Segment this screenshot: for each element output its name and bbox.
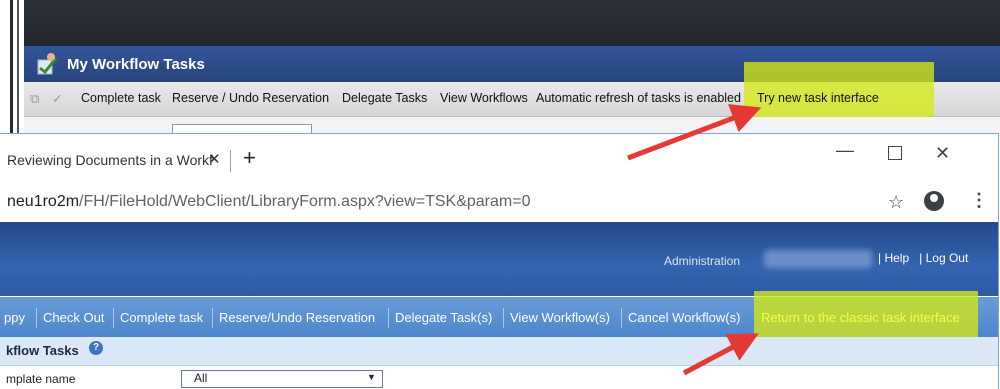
browser-menu-icon[interactable]: ⋮ — [970, 190, 988, 211]
cmd-check-out[interactable]: Check Out — [43, 310, 104, 325]
account-icon-head — [930, 194, 938, 202]
help-link[interactable]: | Help — [878, 251, 909, 265]
help-icon[interactable]: ? — [89, 341, 103, 355]
cmd-complete-task[interactable]: Complete task — [120, 310, 203, 325]
classic-top-bar — [24, 0, 1000, 46]
redacted-username — [764, 250, 872, 268]
window-frame-edge — [17, 0, 19, 135]
classic-page-title: My Workflow Tasks — [67, 56, 205, 73]
maximize-icon[interactable] — [888, 146, 902, 160]
cmd-reserve-undo[interactable]: Reserve/Undo Reservation — [219, 310, 375, 325]
classic-complete-task[interactable]: Complete task — [81, 91, 161, 105]
bookmark-star-icon[interactable]: ☆ — [888, 192, 904, 213]
minimize-icon[interactable]: — — [836, 140, 854, 161]
cmd-separator — [36, 308, 37, 328]
url-host: neu1ro2m — [7, 193, 80, 210]
administration-link[interactable]: Administration — [664, 254, 740, 268]
tab-separator — [230, 150, 231, 172]
copy-icon[interactable]: ⧉ — [30, 91, 39, 107]
template-name-label: mplate name — [6, 372, 76, 386]
url-text[interactable]: neu1ro2m/FH/FileHold/WebClient/LibraryFo… — [7, 193, 530, 211]
try-new-task-interface-link[interactable]: Try new task interface — [757, 91, 879, 105]
classic-view-workflows[interactable]: View Workflows — [440, 91, 528, 105]
cmd-separator — [212, 308, 213, 328]
header-links: | Help | Log Out — [878, 251, 968, 265]
cmd-separator — [503, 308, 504, 328]
cmd-separator — [388, 308, 389, 328]
workflow-tasks-icon — [36, 52, 58, 76]
logout-link[interactable]: | Log Out — [919, 251, 968, 265]
section-subheader — [0, 337, 998, 366]
template-select[interactable] — [181, 370, 383, 388]
window-close-icon[interactable]: ✕ — [935, 143, 950, 164]
cmd-separator — [621, 308, 622, 328]
url-path: /FH/FileHold/WebClient/LibraryForm.aspx?… — [79, 193, 531, 210]
new-tab-icon[interactable]: + — [243, 145, 256, 171]
browser-tab-title[interactable]: Reviewing Documents in a Workf — [7, 152, 213, 168]
window-frame-edge — [10, 0, 13, 135]
cmd-copy[interactable]: ppy — [4, 310, 25, 325]
cmd-view-workflows[interactable]: View Workflow(s) — [510, 310, 610, 325]
classic-auto-refresh-status: Automatic refresh of tasks is enabled — [536, 91, 741, 105]
dropdown-caret-icon: ▼ — [367, 372, 376, 382]
cmd-separator — [113, 308, 114, 328]
template-select-value: All — [194, 371, 208, 385]
check-icon[interactable]: ✓ — [52, 91, 63, 107]
cmd-delegate-tasks[interactable]: Delegate Task(s) — [395, 310, 492, 325]
section-title: kflow Tasks — [6, 343, 79, 358]
classic-reserve-undo[interactable]: Reserve / Undo Reservation — [172, 91, 329, 105]
classic-delegate-tasks[interactable]: Delegate Tasks — [342, 91, 427, 105]
cmd-cancel-workflows[interactable]: Cancel Workflow(s) — [628, 310, 740, 325]
return-to-classic-link[interactable]: Return to the classic task interface — [761, 310, 960, 325]
tab-close-icon[interactable]: ✕ — [208, 150, 221, 168]
